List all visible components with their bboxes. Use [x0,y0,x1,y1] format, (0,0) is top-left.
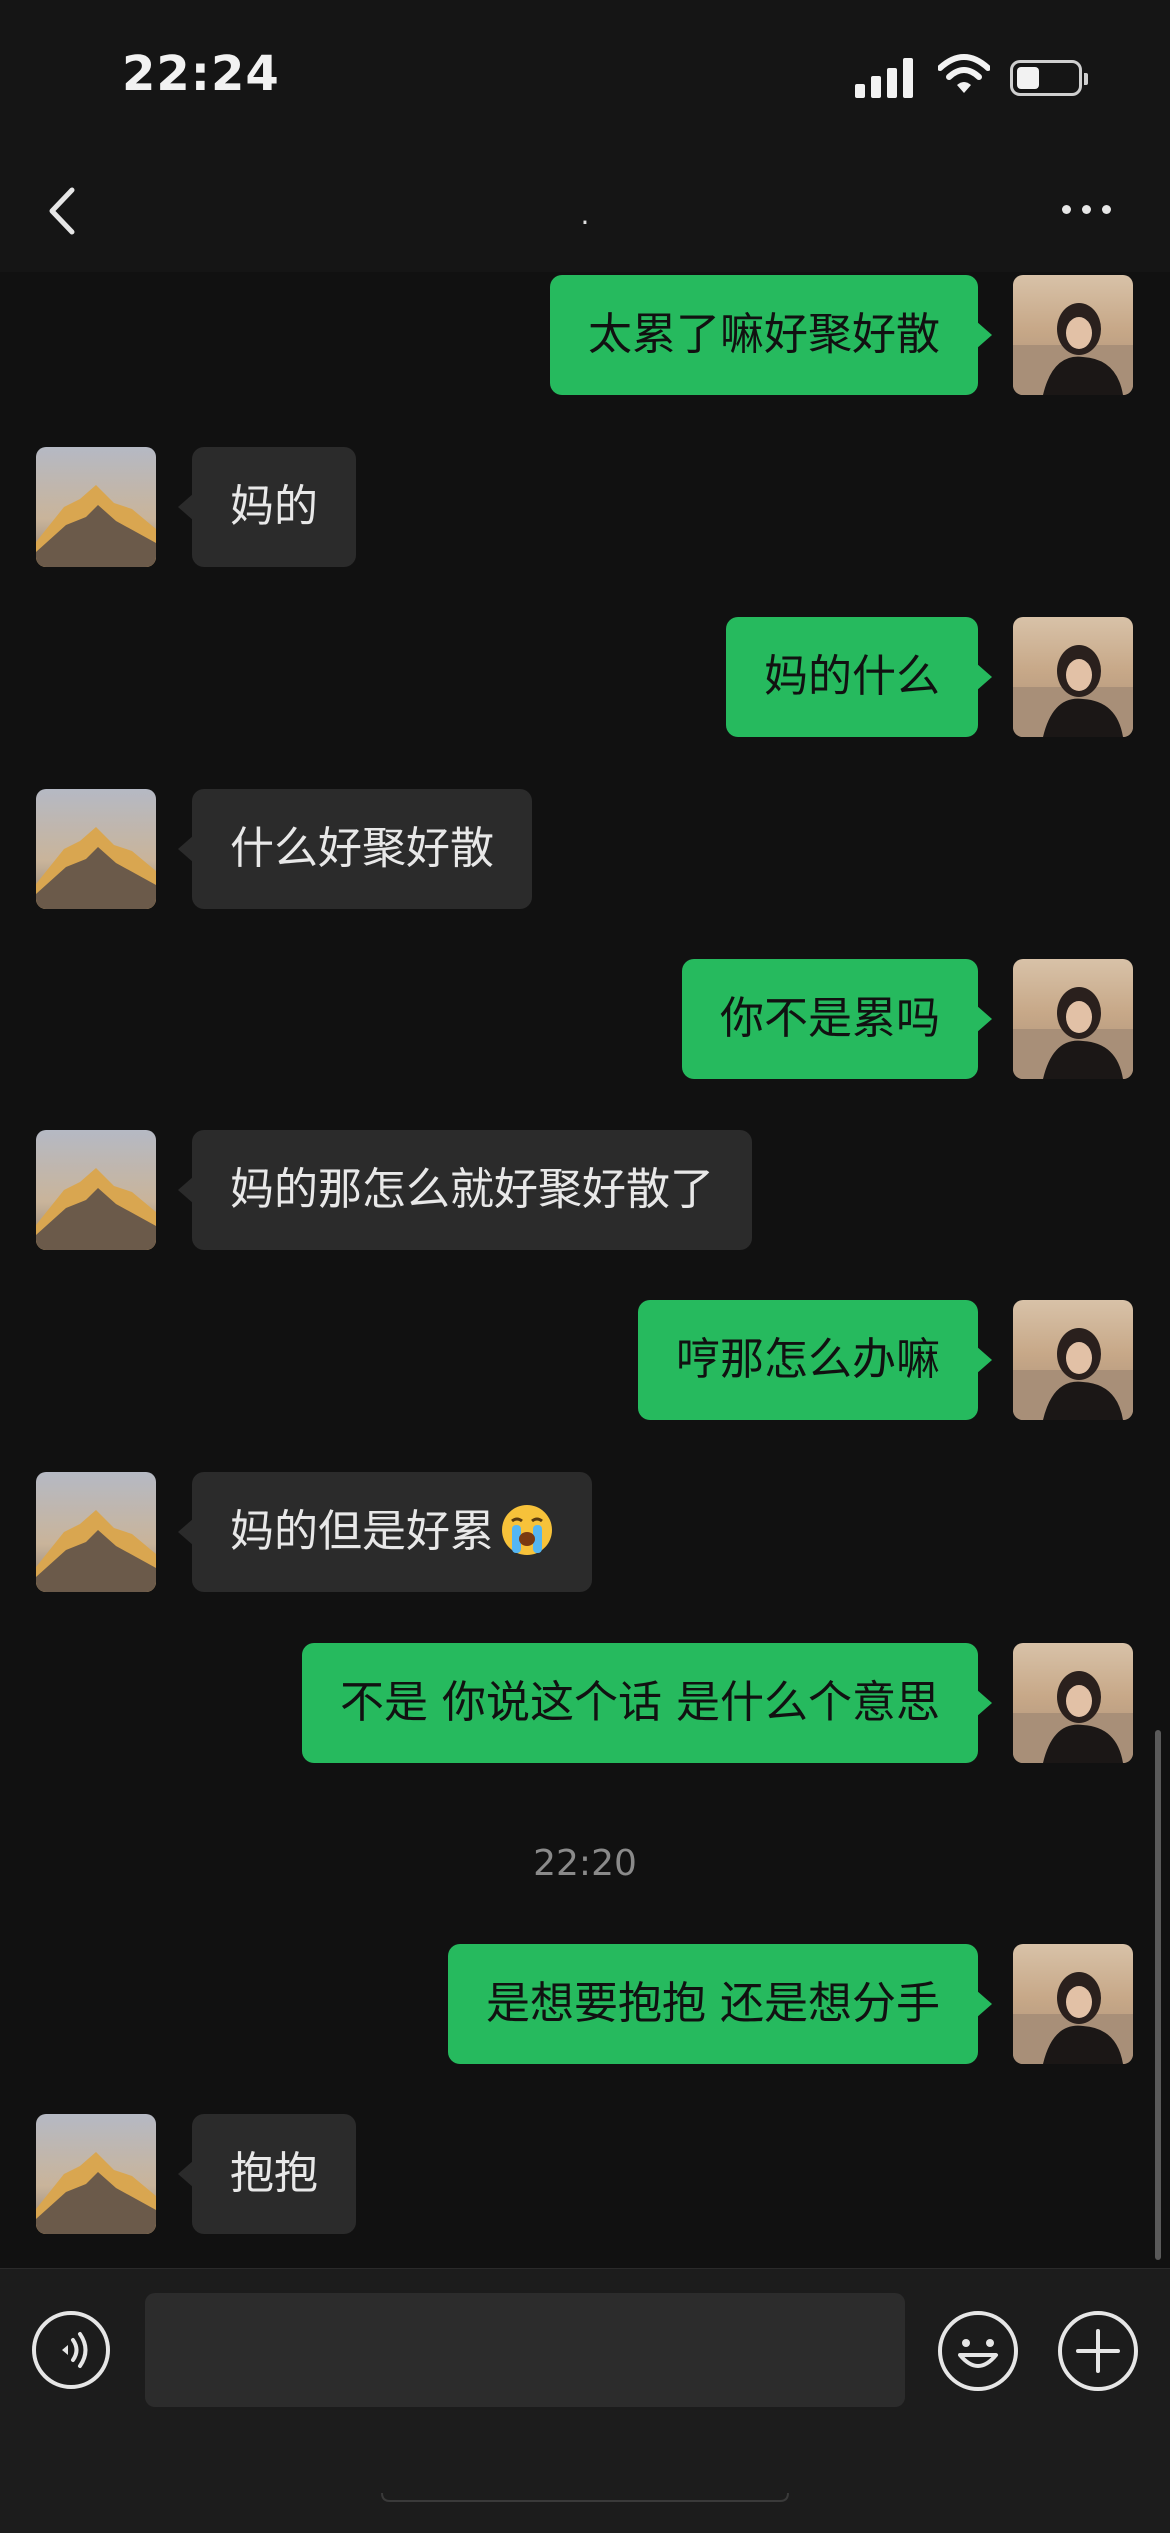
outgoing-message-bubble[interactable]: 太累了嘛好聚好散 [550,275,992,395]
outgoing-message-bubble[interactable]: 不是 你说这个话 是什么个意思 [302,1643,992,1763]
contact-avatar[interactable] [36,2114,156,2234]
chat-title: . [580,198,590,231]
message-timestamp: 22:20 [533,1843,637,1884]
message-input[interactable] [145,2293,905,2407]
message-row: 哼那怎么办嘛 [0,1300,1170,1420]
message-row: 抱抱 [0,2114,1170,2234]
incoming-message-bubble[interactable]: 抱抱 [178,2114,356,2234]
voice-icon[interactable] [30,2309,112,2391]
message-row: 妈的 [0,447,1170,567]
incoming-message-bubble[interactable]: 什么好聚好散 [178,789,532,909]
message-row: 不是 你说这个话 是什么个意思 [0,1643,1170,1763]
input-bar [0,2268,1170,2533]
loudly-crying-face-icon [502,1505,552,1555]
battery-icon [1010,60,1088,96]
emoji-icon[interactable] [936,2309,1020,2393]
my-avatar[interactable] [1013,1643,1133,1763]
chat-header: . [0,150,1170,272]
outgoing-message-bubble[interactable]: 你不是累吗 [682,959,992,1079]
message-text: 妈的但是好累 [230,1506,494,1557]
status-time: 22:24 [122,46,280,102]
more-icon[interactable] [1058,190,1118,230]
my-avatar[interactable] [1013,1944,1133,2064]
my-avatar[interactable] [1013,617,1133,737]
outgoing-message-bubble[interactable]: 是想要抱抱 还是想分手 [448,1944,992,2064]
my-avatar[interactable] [1013,275,1133,395]
incoming-message-bubble[interactable]: 妈的但是好累 [178,1472,592,1592]
message-row: 是想要抱抱 还是想分手 [0,1944,1170,2064]
status-bar: 22:24 [0,0,1170,150]
plus-icon[interactable] [1056,2309,1140,2393]
message-row: 太累了嘛好聚好散 [0,275,1170,395]
cellular-signal-icon [855,58,915,98]
contact-avatar[interactable] [36,789,156,909]
outgoing-message-bubble[interactable]: 哼那怎么办嘛 [638,1300,992,1420]
message-row: 妈的但是好累 [0,1472,1170,1592]
message-row: 什么好聚好散 [0,789,1170,909]
contact-avatar[interactable] [36,1130,156,1250]
wifi-icon [938,54,990,93]
incoming-message-bubble[interactable]: 妈的 [178,447,356,567]
message-row: 妈的什么 [0,617,1170,737]
incoming-message-bubble[interactable]: 妈的那怎么就好聚好散了 [178,1130,752,1250]
contact-avatar[interactable] [36,447,156,567]
outgoing-message-bubble[interactable]: 妈的什么 [726,617,992,737]
my-avatar[interactable] [1013,959,1133,1079]
home-indicator [381,2492,789,2502]
contact-avatar[interactable] [36,1472,156,1592]
chat-scrollbar[interactable] [1155,1730,1161,2260]
message-row: 你不是累吗 [0,959,1170,1079]
my-avatar[interactable] [1013,1300,1133,1420]
message-row: 妈的那怎么就好聚好散了 [0,1130,1170,1250]
